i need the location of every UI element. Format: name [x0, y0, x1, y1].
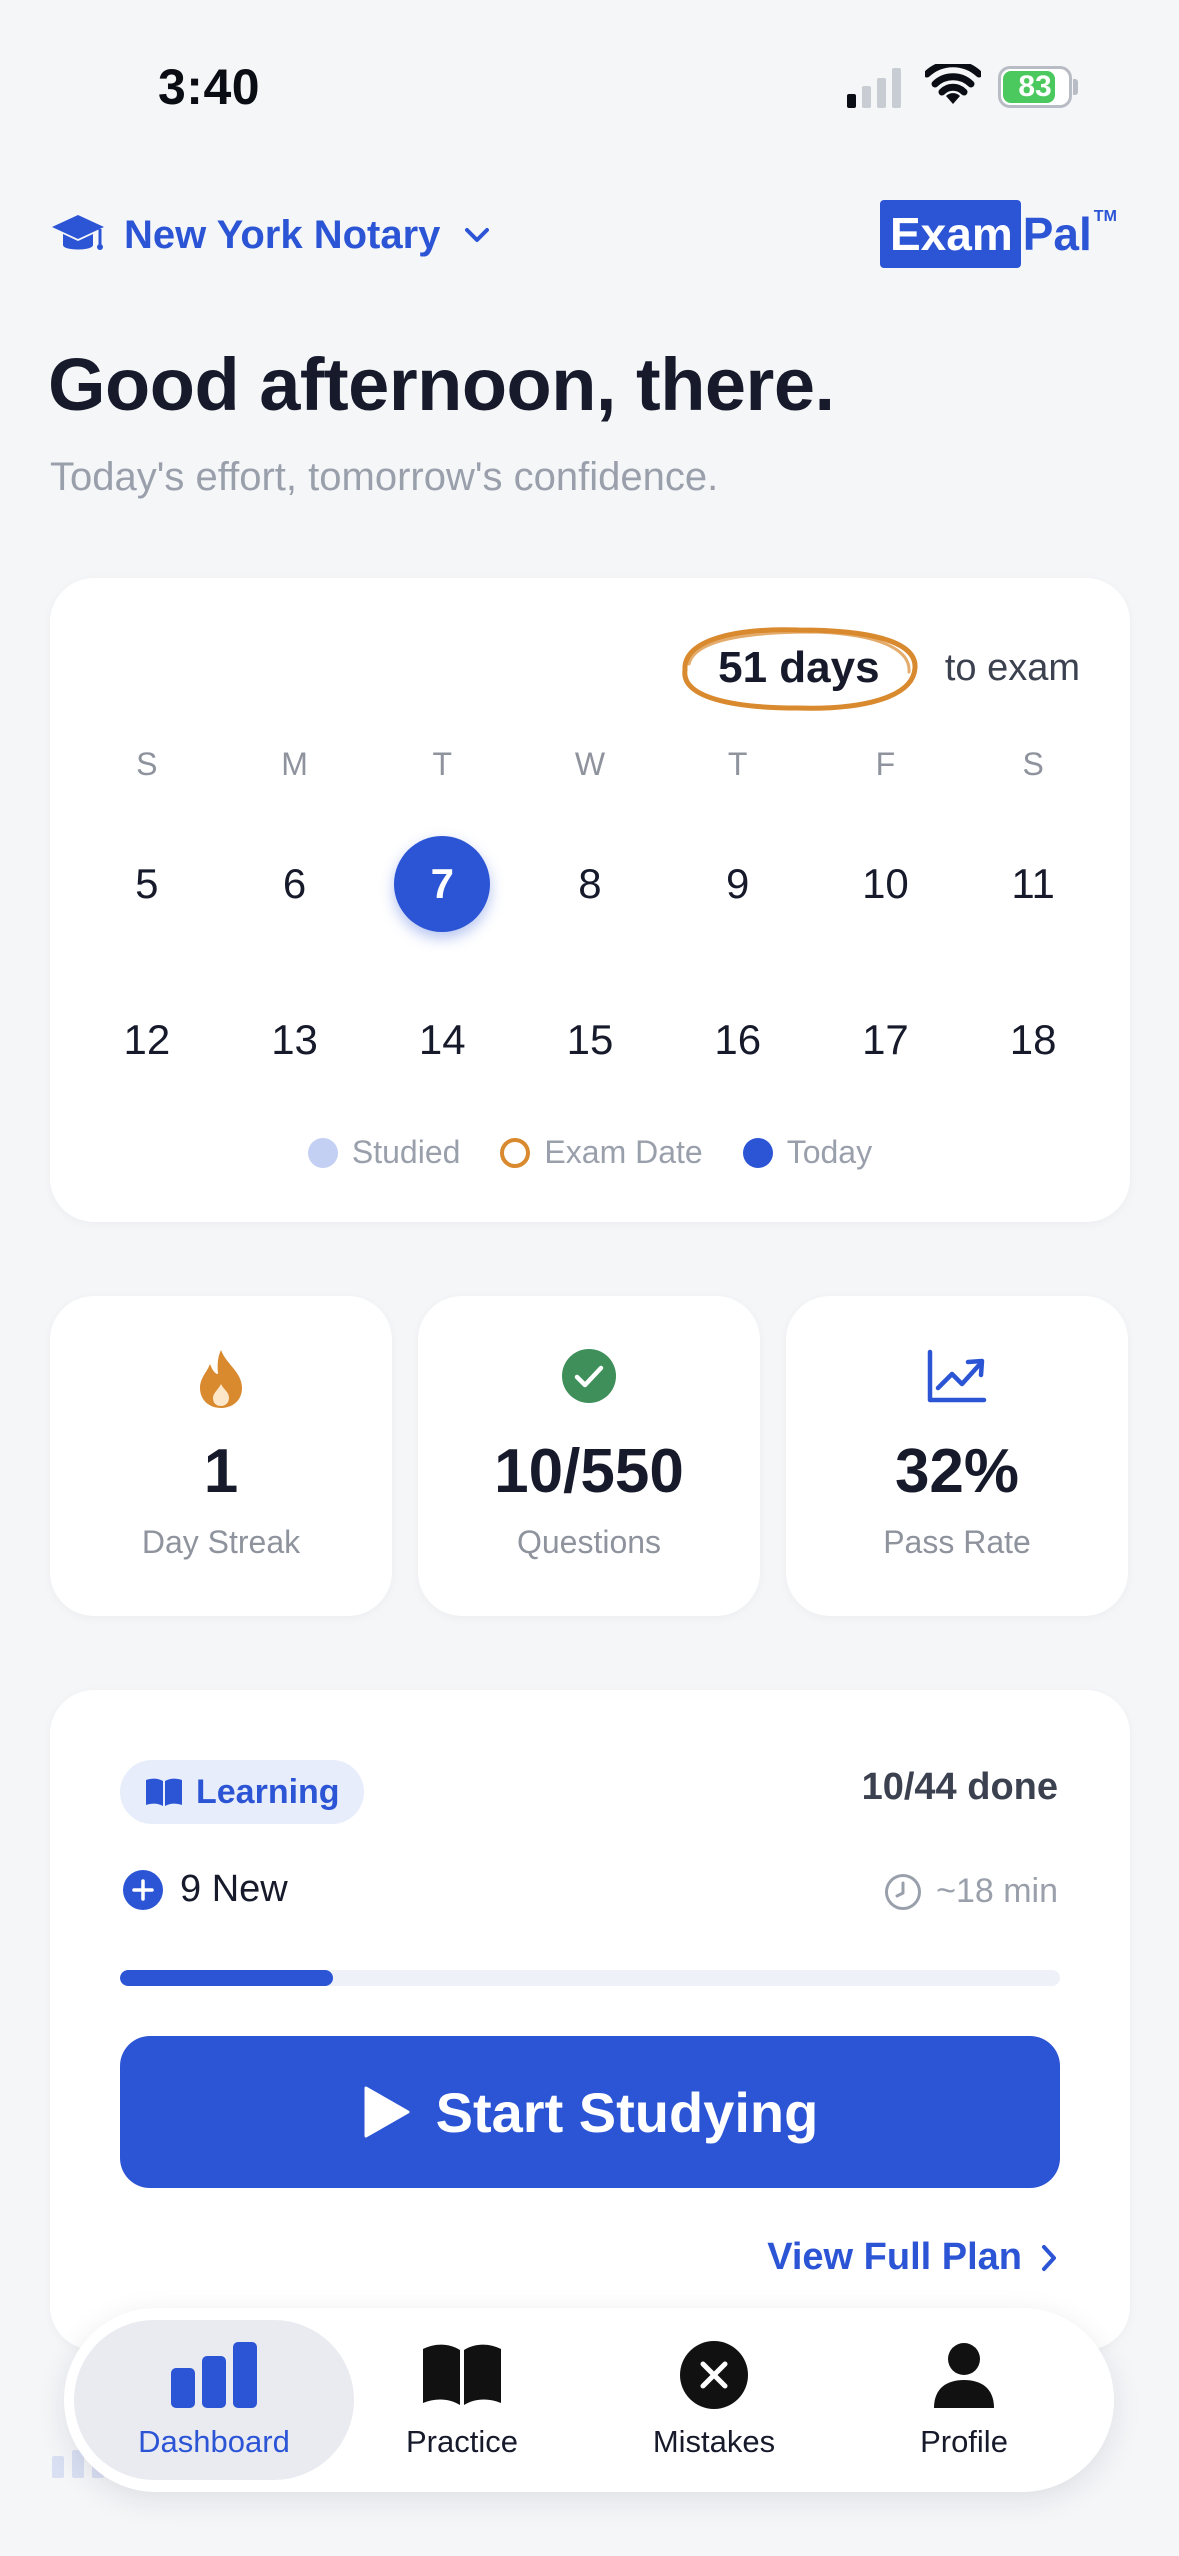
- legend-studied: Studied: [307, 1134, 461, 1171]
- bar-chart-icon: [171, 2342, 257, 2408]
- status-time: 3:40: [158, 59, 261, 115]
- calendar-day[interactable]: 8: [542, 836, 638, 932]
- streak-card: 1 Day Streak: [50, 1296, 392, 1616]
- calendar-day[interactable]: 16: [690, 992, 786, 1088]
- studied-dot-icon: [307, 1137, 338, 1168]
- book-icon: [423, 2344, 501, 2405]
- book-open-icon: [146, 1778, 182, 1806]
- tab-profile[interactable]: Profile: [824, 2320, 1104, 2480]
- weekday-label: T: [432, 746, 453, 782]
- countdown-suffix: to exam: [944, 646, 1080, 689]
- legend-label: Studied: [351, 1134, 461, 1170]
- exam-date-dot-icon: [500, 1137, 531, 1168]
- tab-label: Profile: [920, 2424, 1008, 2459]
- tab-label: Dashboard: [138, 2424, 290, 2459]
- learning-tag: Learning: [120, 1760, 364, 1824]
- logo-pal: Pal: [1022, 208, 1092, 260]
- pass-rate-label: Pass Rate: [883, 1524, 1031, 1560]
- chevron-right-icon: [1042, 2244, 1056, 2271]
- exampal-logo: Exam Pal TM: [880, 200, 1117, 268]
- pass-rate-card: 32% Pass Rate: [786, 1296, 1128, 1616]
- clock-icon: [885, 1873, 922, 1910]
- tab-label: Mistakes: [652, 2424, 776, 2459]
- calendar-day[interactable]: 14: [394, 992, 490, 1088]
- weekday-label: T: [727, 746, 748, 782]
- legend-exam-date: Exam Date: [500, 1134, 703, 1171]
- weekday-label: S: [1022, 746, 1044, 782]
- chevron-down-icon: [465, 228, 490, 242]
- today-dot-icon: [742, 1137, 773, 1168]
- tab-label: Practice: [406, 2424, 518, 2459]
- view-full-plan-link[interactable]: View Full Plan: [767, 2236, 1058, 2279]
- calendar-card: 51 days to exam S M T W T F S 5 6 7 8 9 …: [50, 578, 1130, 1222]
- calendar-day[interactable]: 6: [247, 836, 343, 932]
- page-subtitle: Today's effort, tomorrow's confidence.: [50, 455, 719, 499]
- logo-tm: TM: [1093, 208, 1117, 225]
- exam-selector[interactable]: New York Notary: [50, 205, 492, 265]
- weekday-header: S M T W T F S: [73, 746, 1107, 783]
- wifi-icon: [925, 64, 981, 104]
- page-title: Good afternoon, there.: [48, 343, 835, 426]
- graduation-cap-icon: [52, 215, 104, 250]
- streak-label: Day Streak: [141, 1524, 301, 1560]
- calendar-day[interactable]: 11: [985, 836, 1081, 932]
- questions-label: Questions: [516, 1524, 662, 1560]
- weekday-label: S: [136, 746, 158, 782]
- exam-countdown: 51 days to exam: [665, 627, 1080, 711]
- cellular-signal-icon: [847, 68, 901, 108]
- flame-icon: [200, 1350, 242, 1408]
- start-studying-label: Start Studying: [435, 2080, 819, 2144]
- learning-card: Learning 10/44 done 9 New ~18 min Start …: [50, 1690, 1130, 2350]
- learning-tag-label: Learning: [196, 1772, 340, 1811]
- calendar-day[interactable]: 10: [837, 836, 933, 932]
- legend-label: Exam Date: [544, 1134, 703, 1170]
- battery-percent: 83: [1018, 70, 1052, 103]
- bottom-tab-bar: Dashboard Practice Mistakes Profile: [64, 2308, 1114, 2492]
- calendar-week: 12 13 14 15 16 17 18: [73, 992, 1107, 1088]
- calendar-day-today[interactable]: 7: [394, 836, 491, 932]
- legend-today: Today: [742, 1134, 873, 1171]
- battery-indicator: 83: [998, 66, 1078, 108]
- x-circle-icon: [680, 2341, 748, 2409]
- calendar-day[interactable]: 12: [99, 992, 195, 1088]
- tab-practice[interactable]: Practice: [322, 2320, 602, 2480]
- calendar-week: 5 6 7 8 9 10 11: [73, 836, 1107, 932]
- streak-value: 1: [203, 1437, 239, 1506]
- play-icon: [364, 2086, 410, 2138]
- time-estimate-value: ~18 min: [936, 1872, 1058, 1910]
- trending-up-icon: [927, 1349, 987, 1403]
- calendar-day[interactable]: 15: [542, 992, 638, 1088]
- tab-mistakes[interactable]: Mistakes: [574, 2320, 854, 2480]
- calendar-day[interactable]: 17: [837, 992, 933, 1088]
- questions-value: 10/550: [494, 1437, 684, 1506]
- new-count: 9 New: [180, 1868, 288, 1910]
- new-items: 9 New: [122, 1868, 288, 1911]
- done-count: 10/44 done: [861, 1766, 1058, 1808]
- calendar-legend: Studied Exam Date Today: [50, 1134, 1130, 1171]
- progress-fill: [120, 1970, 334, 1986]
- days-to-exam: 51 days: [718, 643, 880, 692]
- logo-exam: Exam: [880, 200, 1021, 268]
- time-estimate: ~18 min: [884, 1872, 1058, 1911]
- start-studying-button[interactable]: Start Studying: [120, 2036, 1060, 2188]
- legend-label: Today: [786, 1134, 873, 1170]
- pass-rate-value: 32%: [894, 1437, 1020, 1506]
- weekday-label: M: [281, 746, 308, 782]
- questions-card: 10/550 Questions: [418, 1296, 760, 1616]
- weekday-label: F: [875, 746, 896, 782]
- exam-name: New York Notary: [124, 212, 441, 257]
- calendar-day[interactable]: 13: [247, 992, 343, 1088]
- calendar-day[interactable]: 5: [99, 836, 195, 932]
- tab-dashboard[interactable]: Dashboard: [74, 2320, 354, 2480]
- plus-circle-icon: [123, 1869, 163, 1910]
- weekday-label: W: [574, 746, 606, 782]
- calendar-day[interactable]: 18: [985, 992, 1081, 1088]
- person-icon: [934, 2343, 994, 2408]
- view-full-plan-label: View Full Plan: [767, 2236, 1022, 2278]
- learning-progress-bar: [120, 1970, 1060, 1986]
- calendar-day[interactable]: 9: [690, 836, 786, 932]
- check-circle-icon: [562, 1349, 616, 1403]
